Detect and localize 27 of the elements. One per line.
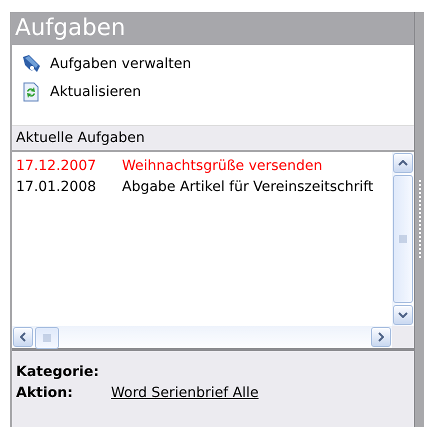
chevron-down-icon	[398, 312, 408, 318]
scrollbar-corner	[392, 326, 414, 348]
scroll-down-button[interactable]	[393, 305, 414, 325]
grip-icon	[399, 235, 408, 243]
vertical-scrollbar[interactable]	[392, 152, 414, 326]
chevron-left-icon	[20, 332, 26, 342]
chevron-right-icon	[378, 332, 384, 342]
task-subject: Weihnachtsgrüße versenden	[122, 157, 322, 176]
scroll-thumb[interactable]	[393, 175, 414, 303]
detail-label: Aktion:	[16, 384, 74, 402]
task-date: 17.01.2008	[16, 178, 98, 197]
list-header: Aktuelle Aufgaben	[12, 125, 414, 152]
panel-title: Aufgaben	[12, 12, 414, 45]
scroll-up-button[interactable]	[393, 153, 414, 173]
scroll-left-button[interactable]	[13, 327, 33, 347]
action-link[interactable]: Word Serienbrief Alle	[111, 384, 259, 402]
resize-grip[interactable]	[414, 12, 424, 427]
scroll-right-button[interactable]	[371, 327, 392, 347]
scroll-thumb[interactable]	[35, 327, 59, 349]
grip-icon	[43, 334, 51, 342]
detail-label: Kategorie:	[16, 363, 100, 381]
action-link[interactable]: Aufgaben verwalten	[20, 53, 192, 75]
task-subject: Abgabe Artikel für Vereinszeitschrift	[122, 178, 374, 197]
action-link[interactable]: Aktualisieren	[20, 81, 142, 103]
horizontal-scrollbar[interactable]	[12, 326, 392, 348]
chevron-up-icon	[398, 160, 408, 166]
task-date: 17.12.2007	[16, 157, 98, 176]
